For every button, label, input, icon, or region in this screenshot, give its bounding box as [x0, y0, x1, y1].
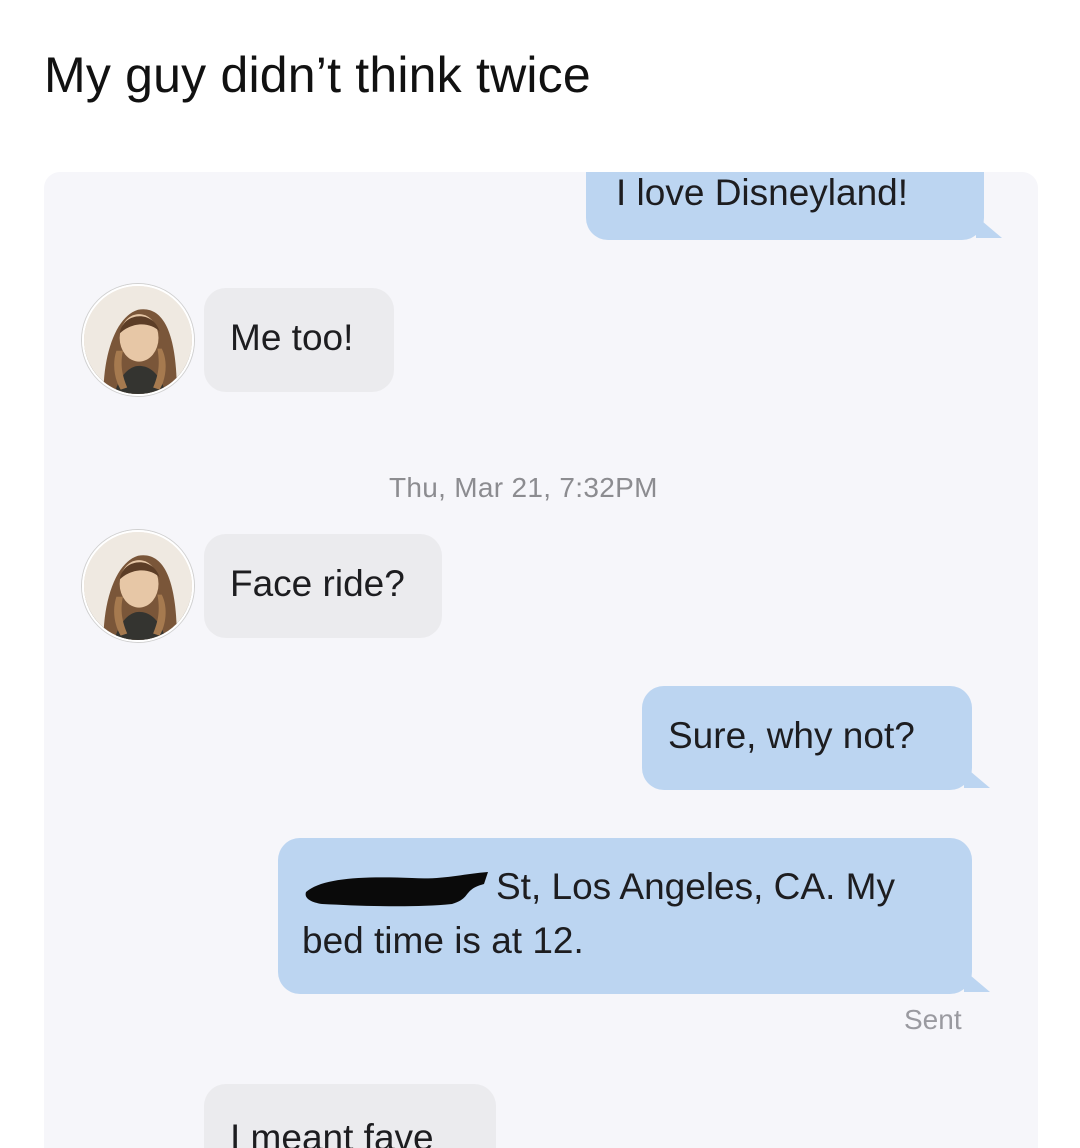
message-text-line-1: St, Los Angeles, CA. My: [496, 866, 895, 907]
message-text: Sure, why not?: [668, 715, 915, 756]
message-timestamp: Thu, Mar 21, 7:32PM: [389, 472, 658, 503]
post-caption: My guy didn’t think twice: [44, 47, 591, 103]
message-text: Me too!: [230, 317, 354, 358]
message-text-line-2: bed time is at 12.: [302, 920, 584, 961]
message-text: I meant fave: [230, 1117, 434, 1148]
delivery-status: Sent: [904, 1004, 962, 1035]
contact-avatar-icon: [84, 532, 192, 640]
message-text: I love Disneyland!: [616, 172, 909, 213]
incoming-message-face-ride[interactable]: Face ride?: [204, 534, 442, 638]
message-thread[interactable]: I love Disneyland! Me too! Thu, Mar 21, …: [44, 172, 1038, 1148]
contact-avatar[interactable]: [82, 530, 194, 642]
incoming-message-me-too[interactable]: Me too!: [204, 288, 394, 392]
outgoing-message-address[interactable]: St, Los Angeles, CA. My bed time is at 1…: [278, 838, 990, 994]
incoming-message-meant-fave[interactable]: I meant fave: [204, 1084, 496, 1148]
redaction-scribble-icon: [305, 872, 488, 907]
contact-avatar[interactable]: [82, 284, 194, 396]
outgoing-message-disneyland[interactable]: I love Disneyland!: [586, 172, 1002, 240]
contact-avatar-icon: [84, 286, 192, 394]
message-text: Face ride?: [230, 563, 405, 604]
outgoing-message-sure[interactable]: Sure, why not?: [642, 686, 990, 790]
message-line-1: St, Los Angeles, CA. My: [302, 860, 972, 914]
